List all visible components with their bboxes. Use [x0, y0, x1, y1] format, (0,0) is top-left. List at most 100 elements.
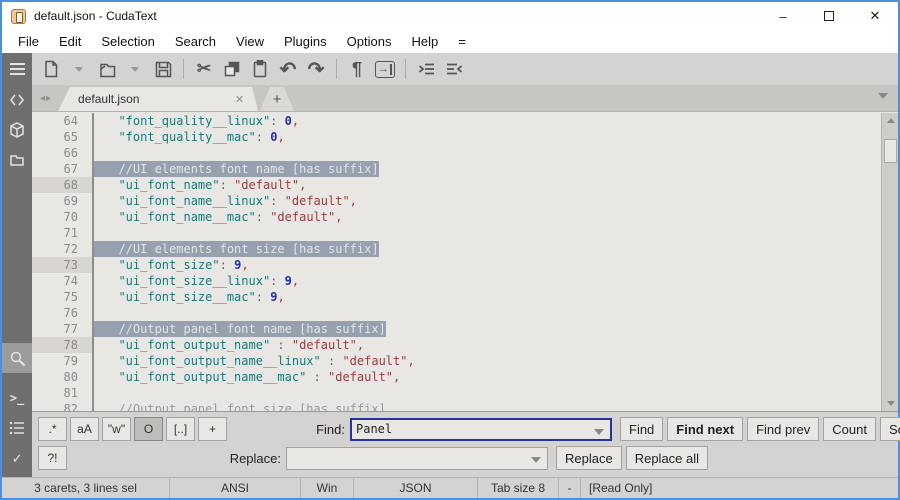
code-line: 67 //UI elements font name [has suffix] — [32, 161, 881, 177]
save-button[interactable] — [150, 56, 176, 82]
copy-button[interactable] — [219, 56, 245, 82]
hamburger-icon — [9, 62, 26, 76]
code-line: 76 — [32, 305, 881, 321]
maximize-button[interactable] — [806, 2, 852, 30]
status-cell[interactable]: Win — [301, 478, 354, 498]
redo-button[interactable]: ↷ — [303, 56, 329, 82]
check-icon: ✓ — [12, 449, 21, 467]
menu-item-view[interactable]: View — [226, 30, 274, 53]
word-wrap-button[interactable]: → — [372, 56, 398, 82]
show-invisibles-button[interactable]: ¶ — [344, 56, 370, 82]
sidebar-item-output[interactable] — [2, 413, 32, 443]
combo-dropdown-icon[interactable] — [594, 429, 604, 435]
open-file-button[interactable] — [94, 56, 120, 82]
line-text: "ui_font_size__linux": 9, — [94, 273, 299, 289]
status-cell[interactable]: 3 carets, 3 lines sel — [2, 478, 170, 498]
find-input[interactable]: Panel — [350, 418, 612, 441]
sidebar-item-plugins[interactable] — [2, 115, 32, 145]
redo-icon: ↷ — [308, 57, 325, 82]
code-line: 82 //Output panel font size [has suffix] — [32, 401, 881, 411]
save-icon — [155, 61, 172, 78]
status-cell[interactable]: - — [559, 478, 581, 498]
menu-item-plugins[interactable]: Plugins — [274, 30, 337, 53]
status-cell[interactable]: ANSI — [170, 478, 301, 498]
find-option-button[interactable]: + — [198, 417, 227, 441]
find-prev-button[interactable]: Find prev — [747, 417, 819, 441]
tab-default-json[interactable]: default.json ✕ — [58, 87, 258, 111]
sidebar-menu-button[interactable] — [2, 53, 32, 85]
vertical-scrollbar[interactable] — [881, 113, 898, 411]
code-line: 69 "ui_font_name__linux": "default", — [32, 193, 881, 209]
code-editor[interactable]: 64 "font_quality__linux": 0,65 "font_qua… — [32, 111, 898, 411]
package-icon — [9, 122, 25, 138]
select-all-button[interactable]: Select all — [880, 417, 900, 441]
cut-button[interactable]: ✂ — [191, 56, 217, 82]
find-option-button[interactable]: "w" — [102, 417, 131, 441]
new-tab-button[interactable]: + — [260, 87, 294, 111]
new-file-dropdown[interactable] — [66, 56, 92, 82]
line-number: 76 — [32, 305, 94, 321]
scissors-icon: ✂ — [197, 59, 211, 79]
indent-button[interactable] — [413, 56, 439, 82]
code-line: 78 "ui_font_output_name" : "default", — [32, 337, 881, 353]
code-line: 80 "ui_font_output_name__mac" : "default… — [32, 369, 881, 385]
replace-button[interactable]: Replace — [556, 446, 622, 470]
tab-close-icon[interactable]: ✕ — [235, 93, 248, 106]
find-option-button[interactable]: .* — [38, 417, 67, 441]
line-number: 78 — [32, 337, 94, 353]
tab-label: default.json — [78, 92, 205, 106]
code-line: 70 "ui_font_name__mac": "default", — [32, 209, 881, 225]
find-options-row2: ?! — [38, 446, 70, 470]
open-file-dropdown[interactable] — [122, 56, 148, 82]
code-lines: 64 "font_quality__linux": 0,65 "font_qua… — [32, 113, 881, 411]
sidebar-item-console[interactable]: >_ — [2, 383, 32, 413]
new-file-button[interactable] — [38, 56, 64, 82]
console-icon: >_ — [10, 391, 24, 405]
find-button[interactable]: Find — [620, 417, 663, 441]
replace-input[interactable] — [286, 447, 548, 470]
tab-list-dropdown-icon[interactable] — [878, 93, 888, 99]
menu-item-search[interactable]: Search — [165, 30, 226, 53]
close-button[interactable]: ✕ — [852, 2, 898, 30]
replace-all-button[interactable]: Replace all — [626, 446, 708, 470]
minimize-button[interactable]: – — [760, 2, 806, 30]
menu-item-selection[interactable]: Selection — [91, 30, 164, 53]
unindent-button[interactable] — [441, 56, 467, 82]
indent-icon — [418, 61, 435, 77]
status-cell[interactable]: JSON — [354, 478, 478, 498]
scrollbar-thumb[interactable] — [884, 139, 897, 163]
status-cell[interactable]: Tab size 8 — [478, 478, 559, 498]
menu-item-options[interactable]: Options — [337, 30, 402, 53]
paste-button[interactable] — [247, 56, 273, 82]
scroll-up-icon[interactable] — [882, 113, 898, 128]
undo-button[interactable]: ↶ — [275, 56, 301, 82]
count-button[interactable]: Count — [823, 417, 876, 441]
tab-nav-arrows[interactable]: ◂▸ — [32, 85, 58, 111]
find-next-button[interactable]: Find next — [667, 417, 743, 441]
code-line: 74 "ui_font_size__linux": 9, — [32, 273, 881, 289]
toolbar-separator — [405, 59, 406, 79]
sidebar-item-project[interactable] — [2, 145, 32, 175]
line-number: 70 — [32, 209, 94, 225]
scroll-down-icon[interactable] — [882, 396, 898, 411]
find-option-button[interactable]: ?! — [38, 446, 67, 470]
status-cell[interactable]: [Read Only] — [581, 478, 898, 498]
menu-item-[interactable]: = — [448, 30, 476, 53]
line-text — [94, 305, 104, 321]
sidebar-item-validate[interactable]: ✓ — [2, 443, 32, 473]
line-text: "font_quality__mac": 0, — [94, 129, 285, 145]
menu-item-file[interactable]: File — [8, 30, 49, 53]
code-line: 64 "font_quality__linux": 0, — [32, 113, 881, 129]
find-option-button[interactable]: O — [134, 417, 163, 441]
line-text: "font_quality__linux": 0, — [94, 113, 299, 129]
sidebar-item-code-tree[interactable] — [2, 85, 32, 115]
find-option-button[interactable]: [..] — [166, 417, 195, 441]
menu-item-help[interactable]: Help — [401, 30, 448, 53]
find-option-button[interactable]: aA — [70, 417, 99, 441]
menu-item-edit[interactable]: Edit — [49, 30, 91, 53]
combo-dropdown-icon[interactable] — [531, 457, 541, 463]
new-file-icon — [43, 60, 59, 78]
code-tags-icon — [9, 92, 25, 108]
line-number: 67 — [32, 161, 94, 177]
sidebar-item-search[interactable] — [2, 343, 32, 373]
